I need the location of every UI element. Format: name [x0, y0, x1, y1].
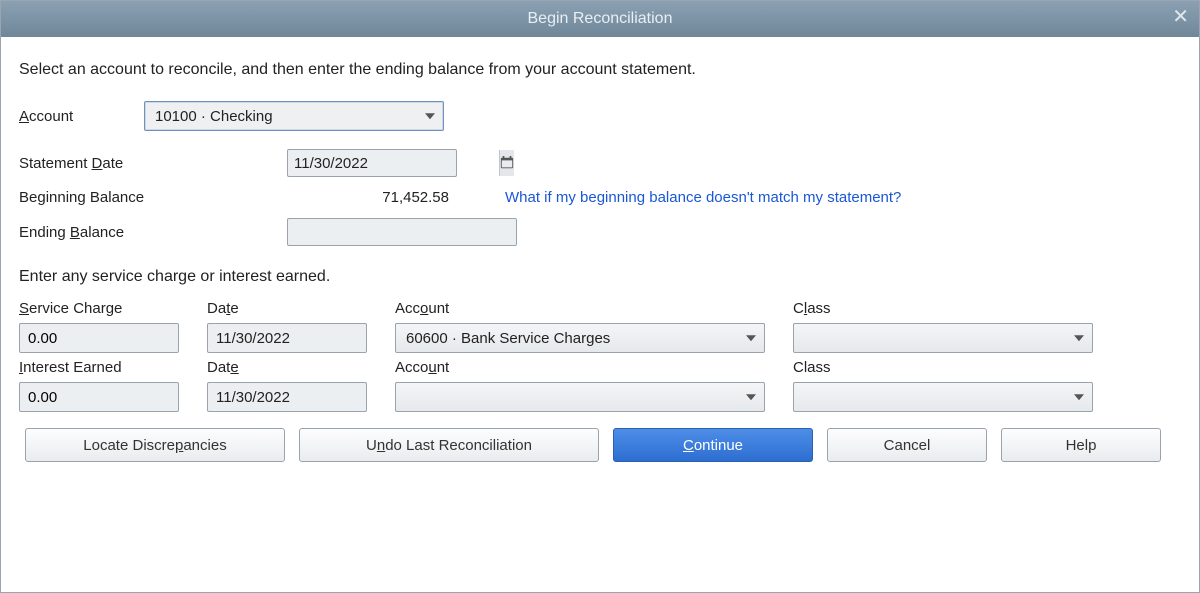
service-charge-class-select[interactable] — [793, 323, 1093, 353]
calendar-icon[interactable] — [499, 150, 514, 176]
interest-earned-account-select[interactable] — [395, 382, 765, 412]
interest-earned-class-select[interactable] — [793, 382, 1093, 412]
chevron-down-icon — [746, 335, 756, 341]
interest-earned-header: Interest Earned — [19, 359, 189, 376]
service-charge-account-value: 60600 · Bank Service Charges — [406, 330, 610, 347]
dialog-content: Select an account to reconcile, and then… — [1, 37, 1199, 476]
account-row: Account 10100 · Checking — [19, 101, 1181, 131]
beginning-balance-value: 71,452.58 — [287, 189, 457, 206]
interest-earned-date-input[interactable] — [208, 389, 423, 406]
instruction-text: Select an account to reconcile, and then… — [19, 61, 1181, 79]
cancel-button[interactable]: Cancel — [827, 428, 987, 462]
begin-reconciliation-window: Begin Reconciliation ✕ Select an account… — [0, 0, 1200, 593]
statement-date-input[interactable] — [288, 155, 499, 172]
chevron-down-icon — [746, 394, 756, 400]
undo-last-reconciliation-button[interactable]: Undo Last Reconciliation — [299, 428, 599, 462]
titlebar: Begin Reconciliation ✕ — [1, 1, 1199, 37]
account-label: Account — [19, 108, 144, 125]
beginning-balance-help-link[interactable]: What if my beginning balance doesn't mat… — [505, 189, 1181, 206]
service-section-text: Enter any service charge or interest ear… — [19, 268, 1181, 286]
ending-balance-input[interactable] — [287, 218, 517, 246]
window-title: Begin Reconciliation — [528, 10, 673, 28]
statement-date-field[interactable] — [287, 149, 457, 177]
button-row: Locate Discrepancies Undo Last Reconcili… — [19, 428, 1181, 462]
ending-balance-field-wrap — [287, 218, 467, 246]
account-select[interactable]: 10100 · Checking — [144, 101, 444, 131]
interest-earned-amount-input[interactable] — [19, 382, 179, 412]
beginning-balance-label: Beginning Balance — [19, 189, 279, 206]
service-date-header: Date — [207, 300, 377, 317]
service-charge-account-select[interactable]: 60600 · Bank Service Charges — [395, 323, 765, 353]
interest-earned-date-field[interactable] — [207, 382, 367, 412]
chevron-down-icon — [1074, 335, 1084, 341]
service-class-header: Class — [793, 300, 1093, 317]
service-interest-grid: Service Charge Date Account Class 60600 … — [19, 300, 1181, 412]
interest-account-header: Account — [395, 359, 775, 376]
statement-date-label: Statement Date — [19, 155, 279, 172]
ending-balance-label: Ending Balance — [19, 224, 279, 241]
service-charge-header: Service Charge — [19, 300, 189, 317]
service-account-header: Account — [395, 300, 775, 317]
service-charge-amount-input[interactable] — [19, 323, 179, 353]
balance-grid: Statement Date Beginning Balance 71,452.… — [19, 149, 1181, 246]
service-charge-date-input[interactable] — [208, 330, 423, 347]
service-charge-date-field[interactable] — [207, 323, 367, 353]
chevron-down-icon — [425, 113, 435, 119]
help-button[interactable]: Help — [1001, 428, 1161, 462]
interest-class-header: Class — [793, 359, 1093, 376]
chevron-down-icon — [1074, 394, 1084, 400]
locate-discrepancies-button[interactable]: Locate Discrepancies — [25, 428, 285, 462]
account-select-value: 10100 · Checking — [155, 108, 273, 125]
continue-button[interactable]: Continue — [613, 428, 813, 462]
interest-date-header: Date — [207, 359, 377, 376]
close-icon[interactable]: ✕ — [1172, 7, 1189, 27]
